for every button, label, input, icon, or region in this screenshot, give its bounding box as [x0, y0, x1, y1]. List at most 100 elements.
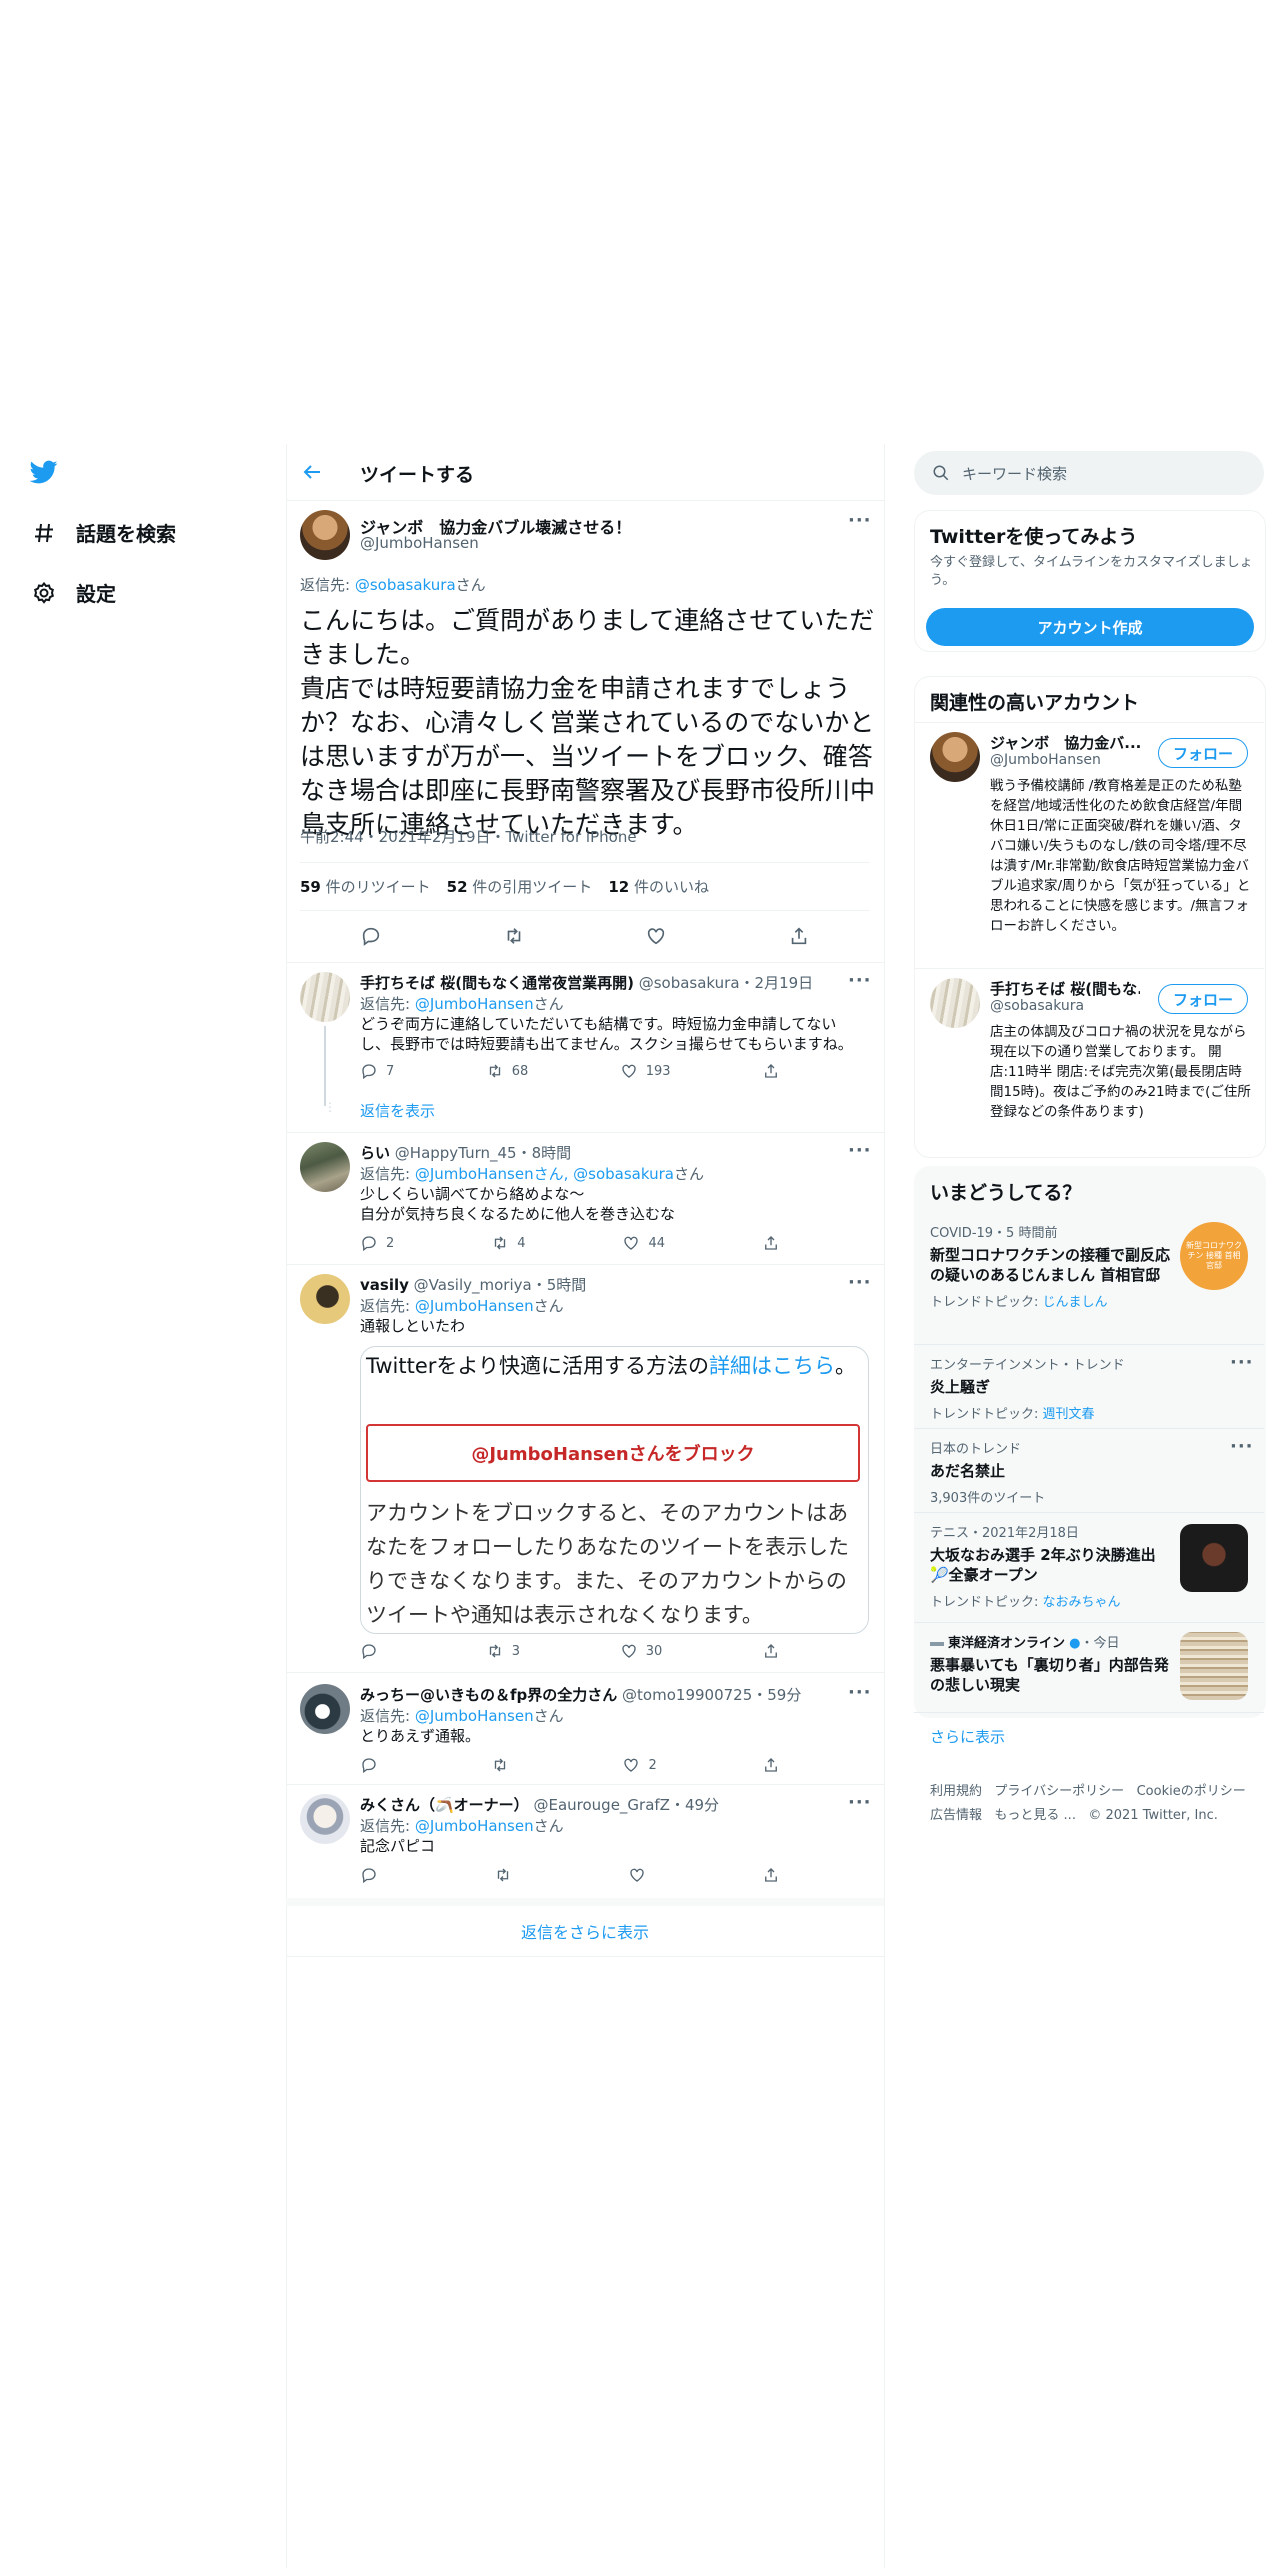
share-icon[interactable] [788, 925, 810, 951]
more-options-icon[interactable]: ··· [848, 1792, 872, 1813]
reply-to-link[interactable]: @JumboHansen [415, 1297, 534, 1315]
retweets-stat[interactable]: 59 件のリツイート [300, 876, 431, 897]
account-name[interactable]: 手打ちそば 桜(間もな... [990, 978, 1140, 999]
back-arrow-icon[interactable] [300, 460, 328, 488]
follow-button[interactable]: フォロー [1158, 738, 1248, 768]
reply-icon[interactable] [360, 925, 382, 951]
share-button[interactable] [762, 1234, 780, 1252]
nav-explore[interactable]: 話題を検索 [30, 518, 176, 547]
share-button[interactable] [762, 1642, 780, 1660]
footer-link-terms[interactable]: 利用規約 [930, 1784, 982, 1799]
reply-to-link[interactable]: @JumboHansenさん, @sobasakura [415, 1165, 674, 1183]
trend-item[interactable]: エンターテインメント・トレンド 炎上騒ぎ トレンドトピック: 週刊文春 [930, 1354, 1230, 1422]
trend-topic-link[interactable]: なおみちゃん [1043, 1595, 1121, 1610]
author-handle[interactable]: @JumboHansen [360, 534, 479, 552]
reply-button[interactable]: 2 [360, 1234, 394, 1252]
like-button[interactable]: 44 [622, 1234, 665, 1252]
footer-link-privacy[interactable]: プライバシーポリシー [994, 1784, 1124, 1799]
show-replies-link[interactable]: 返信を表示 [360, 1100, 435, 1121]
avatar[interactable] [300, 1142, 350, 1192]
reply-button[interactable]: 7 [360, 1062, 394, 1080]
account-handle[interactable]: @JumboHansen [990, 752, 1101, 768]
search-input[interactable]: キーワード検索 [962, 463, 1067, 484]
like-button[interactable]: 193 [620, 1062, 671, 1080]
reply-author-name[interactable]: らい [360, 1144, 390, 1162]
follow-button[interactable]: フォロー [1158, 984, 1248, 1014]
avatar[interactable] [300, 972, 350, 1022]
trend-topic-link[interactable]: 週刊文春 [1043, 1407, 1095, 1422]
reply-time[interactable]: ・49分 [670, 1796, 719, 1814]
trend-item[interactable]: COVID-19・5 時間前 新型コロナワクチンの接種で副反応の疑いのあるじんま… [930, 1222, 1170, 1310]
avatar[interactable] [300, 1684, 350, 1734]
account-name[interactable]: ジャンボ 協力金バ... [990, 732, 1140, 753]
tweet-meta[interactable]: 午前2:44・2021年2月19日・Twitter for iPhone [300, 826, 637, 847]
reply-time[interactable]: ・2月19日 [740, 974, 814, 992]
retweet-button[interactable]: 68 [486, 1062, 528, 1080]
reply-to-link[interactable]: @JumboHansen [415, 995, 534, 1013]
footer-link-ads[interactable]: 広告情報 [930, 1808, 982, 1823]
show-more-trends-link[interactable]: さらに表示 [930, 1726, 1005, 1747]
show-more-replies-button[interactable]: 返信をさらに表示 [286, 1906, 884, 1956]
footer-link-more[interactable]: もっと見る ... [994, 1808, 1076, 1823]
retweet-button[interactable] [494, 1866, 512, 1884]
nav-settings[interactable]: 設定 [30, 578, 116, 607]
retweet-button[interactable] [491, 1756, 517, 1774]
trend-item[interactable]: 日本のトレンド あだ名禁止 3,903件のツイート [930, 1438, 1230, 1506]
reply-author-name[interactable]: 手打ちそば 桜(間もなく通常夜営業再開) [360, 974, 634, 992]
twitter-logo-icon[interactable] [28, 458, 62, 488]
like-button[interactable]: 2 [622, 1756, 657, 1774]
trend-item[interactable]: テニス・2021年2月18日 大坂なおみ選手 2年ぶり決勝進出 🎾全豪オープン … [930, 1522, 1170, 1610]
more-options-icon[interactable]: ··· [848, 1140, 872, 1161]
like-button[interactable]: 30 [620, 1642, 662, 1660]
reply-author-name[interactable]: みくさん（🪃オーナー） [360, 1796, 529, 1814]
reply-author-handle[interactable]: @HappyTurn_45 [395, 1144, 517, 1162]
reply-time[interactable]: ・59分 [752, 1686, 801, 1704]
reply-author-handle[interactable]: @Vasily_moriya [414, 1276, 532, 1294]
more-options-icon[interactable]: ··· [848, 1272, 872, 1293]
retweet-button[interactable]: 3 [486, 1642, 520, 1660]
more-options-icon[interactable]: ··· [848, 970, 872, 991]
reply-author-handle[interactable]: @Eaurouge_GrafZ [533, 1796, 670, 1814]
reply-author-handle[interactable]: @sobasakura [639, 974, 740, 992]
trend-thumbnail[interactable]: 新型コロナワクチン 接種 首相官邸 [1180, 1222, 1248, 1290]
like-icon[interactable] [645, 925, 667, 951]
search-box[interactable]: キーワード検索 [914, 451, 1264, 495]
reply-author-name[interactable]: みっちー@いきもの＆fp界の全力さん [360, 1686, 617, 1704]
share-button[interactable] [762, 1756, 780, 1774]
retweet-icon[interactable] [503, 925, 525, 951]
likes-stat[interactable]: 12 件のいいね [608, 876, 709, 897]
avatar[interactable] [930, 978, 980, 1028]
avatar[interactable] [930, 732, 980, 782]
avatar[interactable] [300, 510, 350, 560]
more-options-icon[interactable]: ··· [1230, 1436, 1254, 1457]
share-button[interactable] [762, 1062, 780, 1080]
trend-thumbnail[interactable] [1180, 1524, 1248, 1592]
learn-more-link[interactable]: 詳細はこちら [709, 1354, 835, 1378]
trend-item[interactable]: 東洋経済オンライン ●・今日 悪事暴いても「裏切り者」内部告発の悲しい現実 [930, 1632, 1170, 1695]
reply-button[interactable] [360, 1642, 386, 1660]
footer-link-cookies[interactable]: Cookieのポリシー [1137, 1784, 1246, 1799]
block-user-button[interactable]: @JumboHansenさんをブロック [366, 1424, 860, 1482]
reply-time[interactable]: ・8時間 [517, 1144, 572, 1162]
account-handle[interactable]: @sobasakura [990, 998, 1084, 1014]
reply-author-name[interactable]: vasily [360, 1276, 409, 1294]
avatar[interactable] [300, 1794, 350, 1844]
more-options-icon[interactable]: ··· [848, 1682, 872, 1703]
reply-to-link[interactable]: @JumboHansen [415, 1707, 534, 1725]
avatar[interactable] [300, 1274, 350, 1324]
reply-author-handle[interactable]: @tomo19900725 [622, 1686, 752, 1704]
reply-button[interactable] [360, 1756, 386, 1774]
like-button[interactable] [628, 1866, 646, 1884]
share-button[interactable] [762, 1866, 780, 1884]
reply-to-link[interactable]: @sobasakura [355, 576, 456, 594]
create-account-button[interactable]: アカウント作成 [926, 608, 1254, 646]
trend-thumbnail[interactable] [1180, 1632, 1248, 1700]
quotes-stat[interactable]: 52 件の引用ツイート [447, 876, 593, 897]
trend-topic-link[interactable]: じんましん [1043, 1295, 1108, 1310]
retweet-button[interactable]: 4 [491, 1234, 526, 1252]
reply-time[interactable]: ・5時間 [532, 1276, 587, 1294]
more-options-icon[interactable]: ··· [848, 510, 872, 531]
reply-to-link[interactable]: @JumboHansen [415, 1817, 534, 1835]
more-options-icon[interactable]: ··· [1230, 1352, 1254, 1373]
reply-button[interactable] [360, 1866, 378, 1884]
